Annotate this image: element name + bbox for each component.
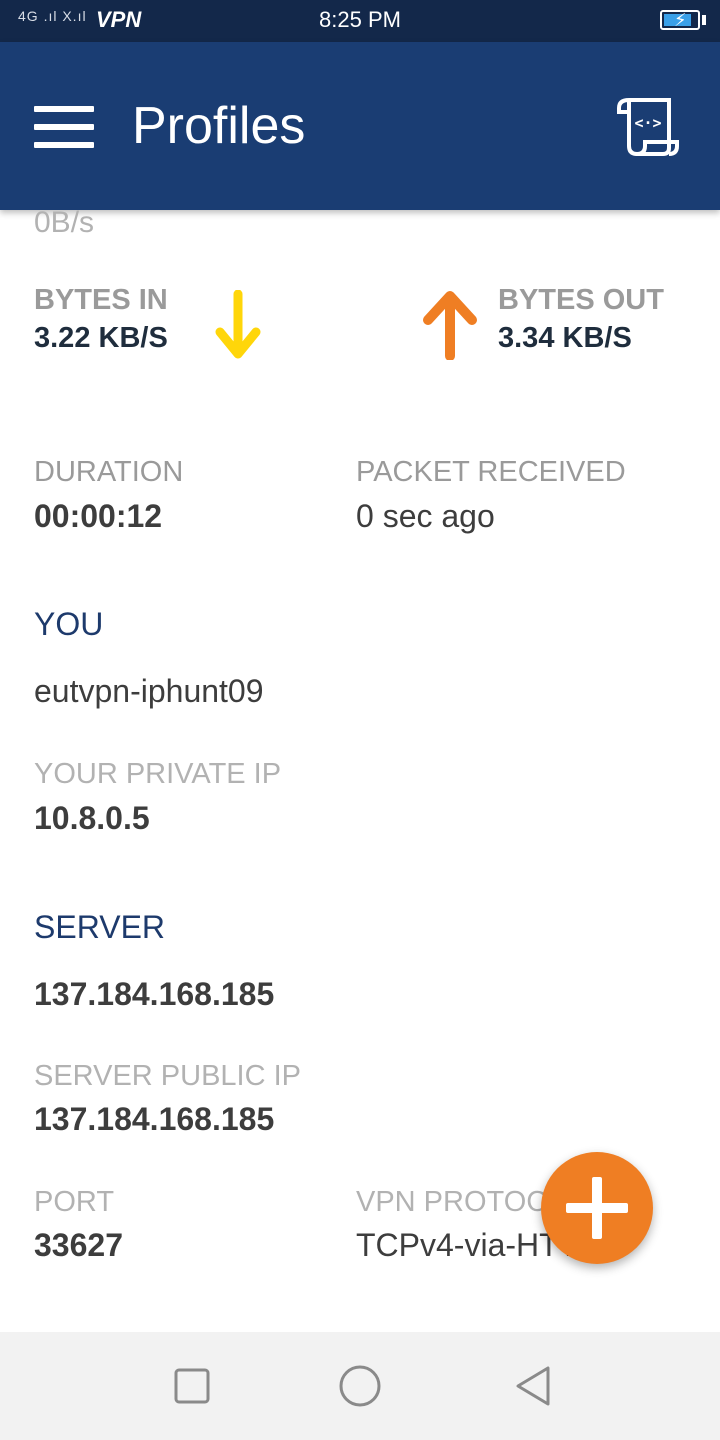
partial-rate-text: 0B/s [34,206,95,239]
svg-text:<·>: <·> [634,114,661,132]
arrow-up-icon [422,288,477,361]
server-heading: SERVER [34,909,166,945]
server-address-value: 137.184.168.185 [34,976,275,1012]
square-recents-icon[interactable] [168,1362,216,1410]
app-bar [0,42,720,210]
bytes-in-value: 3.22 KB/S [34,322,168,354]
add-profile-button[interactable] [541,1152,653,1264]
server-public-ip-label: SERVER PUBLIC IP [34,1060,302,1092]
page-title: Profiles [132,97,306,155]
log-scroll-icon[interactable]: <·> [615,96,679,157]
packet-received-label: PACKET RECEIVED [356,456,626,488]
charging-icon: ⚡ [674,10,687,30]
circle-home-icon[interactable] [336,1362,384,1410]
arrow-down-icon [214,289,262,362]
duration-value: 00:00:12 [34,498,163,534]
private-ip-value: 10.8.0.5 [34,800,150,836]
server-public-ip-value: 137.184.168.185 [34,1101,275,1137]
status-time: 8:25 PM [319,7,401,32]
private-ip-label: YOUR PRIVATE IP [34,758,282,790]
bytes-out-value: 3.34 KB/S [498,322,632,354]
triangle-back-icon[interactable] [510,1362,558,1410]
port-value: 33627 [34,1227,123,1263]
bytes-in-label: BYTES IN [34,284,168,316]
you-heading: YOU [34,606,104,642]
hamburger-menu-icon[interactable] [34,106,94,148]
username-value: eutvpn-iphunt09 [34,673,264,709]
battery-tip [702,15,706,25]
port-label: PORT [34,1186,115,1218]
packet-received-value: 0 sec ago [356,498,495,534]
bytes-out-label: BYTES OUT [498,284,664,316]
duration-label: DURATION [34,456,184,488]
